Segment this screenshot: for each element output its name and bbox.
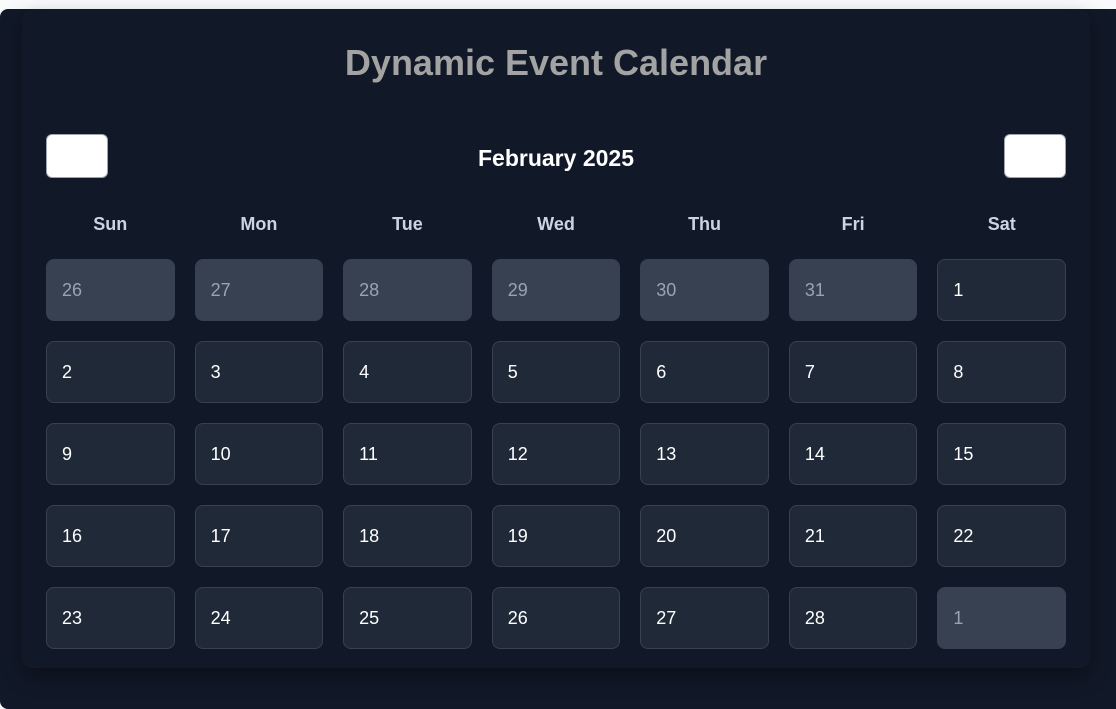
weekday-label: Thu	[688, 214, 722, 234]
month-label: February 2025	[478, 145, 634, 171]
day-cell[interactable]: 28	[788, 587, 918, 649]
day-cell[interactable]: 9	[46, 423, 175, 485]
page-title: Dynamic Event Calendar	[344, 42, 768, 83]
weekday-label: Wed	[537, 214, 575, 234]
day-number: 7	[804, 362, 815, 382]
next-month-button[interactable]	[1004, 134, 1066, 178]
day-number: 21	[804, 526, 825, 546]
day-cell[interactable]: 25	[343, 587, 472, 649]
day-number: 15	[953, 444, 974, 464]
day-number: 27	[656, 608, 677, 628]
day-cell[interactable]: 4	[343, 341, 472, 403]
day-number: 8	[953, 362, 964, 382]
day-number: 1	[953, 608, 964, 628]
day-cell[interactable]: 12	[491, 423, 621, 485]
day-cell[interactable]: 19	[491, 505, 621, 567]
day-cell[interactable]: 18	[343, 505, 472, 567]
day-number: 26	[62, 280, 83, 300]
day-cell[interactable]: 27	[640, 587, 769, 649]
day-number: 28	[804, 608, 825, 628]
day-cell[interactable]: 3	[194, 341, 324, 403]
day-cell-other-month[interactable]: 31	[788, 259, 918, 321]
day-number: 31	[804, 280, 825, 300]
day-number: 20	[656, 526, 677, 546]
weekday-label: Sat	[987, 214, 1016, 234]
day-cell[interactable]: 2	[46, 341, 175, 403]
day-cell-other-month[interactable]: 28	[343, 259, 472, 321]
day-cell[interactable]: 7	[788, 341, 918, 403]
day-cell[interactable]: 11	[343, 423, 472, 485]
day-cell[interactable]: 16	[46, 505, 175, 567]
day-number: 25	[359, 608, 380, 628]
day-cell[interactable]: 22	[937, 505, 1066, 567]
days-grid: 26 27 28 29 30 31 1 2 3 4 5 6 7 8 9 10 11 12 13 14 15 16 17 18 1…	[46, 259, 1066, 649]
day-number: 14	[804, 444, 825, 464]
day-number: 11	[359, 444, 378, 464]
weekday-label: Sun	[93, 214, 128, 234]
day-number: 29	[507, 280, 528, 300]
day-cell[interactable]: 20	[640, 505, 769, 567]
day-cell[interactable]: 8	[937, 341, 1066, 403]
day-number: 4	[359, 362, 370, 382]
day-number: 17	[210, 526, 231, 546]
day-number: 1	[953, 280, 964, 300]
day-cell[interactable]: 26	[491, 587, 621, 649]
day-number: 6	[656, 362, 667, 382]
day-cell[interactable]: 17	[194, 505, 324, 567]
day-cell[interactable]: 14	[788, 423, 918, 485]
day-number: 13	[656, 444, 677, 464]
day-number: 30	[656, 280, 677, 300]
day-cell[interactable]: 6	[640, 341, 769, 403]
day-cell[interactable]: 21	[788, 505, 918, 567]
day-cell[interactable]: 15	[937, 423, 1066, 485]
day-number: 26	[507, 608, 528, 628]
day-cell-other-month[interactable]: 29	[491, 259, 621, 321]
day-number: 23	[62, 608, 83, 628]
day-number: 16	[62, 526, 83, 546]
day-cell[interactable]: 5	[491, 341, 621, 403]
day-cell[interactable]: 13	[640, 423, 769, 485]
day-number: 10	[210, 444, 231, 464]
weekday-header: Sun Mon Tue Wed Thu Fri Sat	[46, 214, 1066, 235]
day-number: 9	[62, 444, 73, 464]
day-cell-other-month[interactable]: 30	[640, 259, 769, 321]
day-cell[interactable]: 10	[194, 423, 324, 485]
day-number: 5	[507, 362, 518, 382]
day-cell[interactable]: 24	[194, 587, 324, 649]
day-number: 3	[210, 362, 221, 382]
day-number: 12	[507, 444, 528, 464]
calendar-container: Dynamic Event Calendar February 2025 Sun…	[0, 9, 1116, 709]
day-cell[interactable]: 1	[937, 259, 1066, 321]
day-number: 2	[62, 362, 73, 382]
day-number: 22	[953, 526, 974, 546]
day-number: 19	[507, 526, 528, 546]
weekday-label: Tue	[392, 214, 423, 234]
day-number: 27	[210, 280, 231, 300]
day-number: 28	[359, 280, 380, 300]
day-cell-other-month[interactable]: 1	[937, 587, 1066, 649]
day-cell-other-month[interactable]: 26	[46, 259, 175, 321]
day-number: 24	[210, 608, 231, 628]
day-cell-other-month[interactable]: 27	[194, 259, 324, 321]
weekday-label: Mon	[240, 214, 278, 234]
day-cell[interactable]: 23	[46, 587, 175, 649]
day-number: 18	[359, 526, 380, 546]
weekday-label: Fri	[841, 214, 865, 234]
